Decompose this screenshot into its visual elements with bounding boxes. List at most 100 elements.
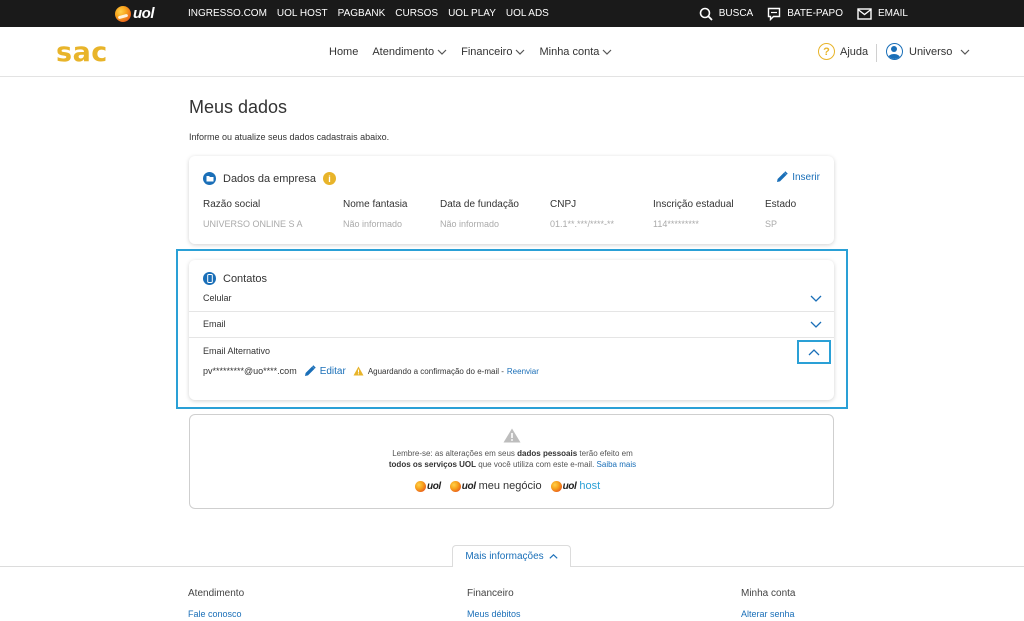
col-value: 114********* bbox=[653, 219, 699, 229]
uol-brand-logo: uol bbox=[415, 480, 441, 492]
col-value: UNIVERSO ONLINE S A bbox=[203, 219, 303, 229]
warning-icon bbox=[353, 366, 364, 376]
footer-link[interactable]: Fale conosco bbox=[188, 609, 244, 619]
edit-button[interactable]: Editar bbox=[304, 365, 346, 377]
nav-financeiro[interactable]: Financeiro bbox=[461, 46, 525, 58]
user-menu[interactable]: Universo bbox=[886, 43, 970, 60]
col-label: Estado bbox=[765, 199, 797, 210]
footer-heading: Minha conta bbox=[741, 588, 796, 599]
top-link-uol-play[interactable]: UOL PLAY bbox=[448, 8, 496, 19]
col-label: CNPJ bbox=[550, 199, 577, 210]
col-value: 01.1**.***/****-** bbox=[550, 219, 615, 229]
chevron-down-icon bbox=[516, 49, 525, 55]
warning-text: Aguardando a confirmação do e-mail - bbox=[367, 366, 504, 376]
search-icon bbox=[699, 7, 713, 21]
user-name: Universo bbox=[909, 45, 953, 58]
col-label: Inscrição estadual bbox=[653, 199, 734, 210]
chevron-down-icon[interactable] bbox=[810, 293, 822, 305]
help-button[interactable]: ? Ajuda bbox=[818, 43, 868, 60]
more-info-button[interactable]: Mais informações bbox=[452, 545, 571, 567]
brand-logos: uol uol meu negócio uol host bbox=[415, 480, 609, 492]
contact-row-email[interactable]: Email bbox=[189, 312, 834, 338]
collapse-alt-email-button[interactable] bbox=[797, 340, 831, 364]
notice-line-1: Lembre-se: as alterações em seus dados p… bbox=[190, 449, 835, 458]
top-right-actions: BUSCA BATE-PAPO EMAIL bbox=[685, 0, 908, 27]
main-nav: Home Atendimento Financeiro Minha conta bbox=[329, 27, 626, 77]
col-estado: Estado SP bbox=[765, 199, 796, 229]
brand-suffix: host bbox=[579, 480, 601, 492]
email-label: EMAIL bbox=[877, 8, 908, 19]
alt-email-label: Email Alternativo bbox=[203, 346, 271, 356]
company-card-title: Dados da empresa bbox=[223, 172, 316, 185]
uol-ball-icon bbox=[449, 480, 461, 492]
company-card-header: Dados da empresa i bbox=[203, 172, 336, 185]
uol-ball-icon bbox=[415, 480, 426, 492]
top-link-pagbank[interactable]: PAGBANK bbox=[338, 8, 386, 19]
uol-ball-icon bbox=[550, 480, 562, 492]
notice-line-2: todos os serviços UOL que você utiliza c… bbox=[190, 460, 835, 469]
notice-bold: todos os serviços UOL bbox=[388, 460, 477, 469]
uol-ball-icon bbox=[115, 5, 131, 22]
col-label: Data de fundação bbox=[440, 199, 519, 210]
footer-link[interactable]: Meus débitos bbox=[467, 609, 521, 619]
page-title: Meus dados bbox=[189, 97, 288, 117]
col-data-fundacao: Data de fundação Não informado bbox=[440, 199, 519, 229]
notice-text: Lembre-se: as alterações em seus bbox=[392, 449, 515, 458]
contact-row-label: Celular bbox=[203, 293, 232, 303]
contacts-card-header: Contatos bbox=[203, 272, 267, 285]
insert-button[interactable]: Inserir bbox=[776, 171, 820, 183]
top-links: INGRESSO.COM UOL HOST PAGBANK CURSOS UOL… bbox=[188, 0, 559, 27]
alt-email-value: pv*********@uo****.com bbox=[203, 366, 297, 376]
nav-atendimento-label: Atendimento bbox=[372, 46, 435, 58]
edit-label: Editar bbox=[319, 365, 346, 377]
chat-button[interactable]: BATE-PAPO bbox=[767, 7, 843, 21]
footer-col-atendimento: Atendimento Fale conosco bbox=[188, 588, 244, 619]
col-value: SP bbox=[765, 219, 778, 229]
top-link-uol-host[interactable]: UOL HOST bbox=[277, 8, 328, 19]
chat-label: BATE-PAPO bbox=[787, 8, 843, 19]
footer-link[interactable]: Alterar senha bbox=[741, 609, 795, 619]
nav-minha-conta[interactable]: Minha conta bbox=[539, 46, 612, 58]
alt-email-line: pv*********@uo****.com Editar Aguardando… bbox=[203, 365, 539, 377]
notice-text: terão efeito em bbox=[579, 449, 633, 458]
top-link-ingresso[interactable]: INGRESSO.COM bbox=[188, 8, 267, 19]
pencil-icon bbox=[304, 365, 316, 376]
contact-row-celular[interactable]: Celular bbox=[189, 286, 834, 312]
chevron-down-icon bbox=[960, 49, 970, 55]
col-value: Não informado bbox=[440, 219, 500, 229]
brand-suffix: meu negócio bbox=[478, 480, 542, 492]
top-link-uol-ads[interactable]: UOL ADS bbox=[506, 8, 549, 19]
col-label: Razão social bbox=[203, 199, 261, 210]
email-button[interactable]: EMAIL bbox=[857, 7, 908, 20]
nav-atendimento[interactable]: Atendimento bbox=[372, 46, 447, 58]
chevron-down-icon[interactable] bbox=[810, 319, 822, 331]
search-button[interactable]: BUSCA bbox=[699, 7, 753, 21]
chevron-down-icon bbox=[602, 49, 612, 55]
warning-icon bbox=[503, 428, 521, 443]
contacts-card-title: Contatos bbox=[223, 272, 268, 285]
brand-word: uol bbox=[461, 480, 476, 492]
resend-link[interactable]: Reenviar bbox=[507, 367, 539, 376]
contact-row-label: Email bbox=[203, 319, 226, 329]
col-value: Não informado bbox=[343, 219, 403, 229]
uol-logo[interactable]: uol bbox=[115, 5, 155, 22]
sac-logo[interactable]: sac bbox=[56, 37, 108, 68]
uol-logo-text: uol bbox=[133, 5, 155, 22]
footer-col-financeiro: Financeiro Meus débitos bbox=[467, 588, 521, 619]
nav-minha-conta-label: Minha conta bbox=[539, 46, 600, 58]
nav-home[interactable]: Home bbox=[329, 46, 358, 58]
footer-heading: Financeiro bbox=[467, 588, 514, 599]
footer-col-minha-conta: Minha conta Alterar senha bbox=[741, 588, 795, 619]
col-cnpj: CNPJ 01.1**.***/****-** bbox=[550, 199, 614, 229]
company-card: Dados da empresa i Inserir Razão social … bbox=[189, 156, 834, 244]
info-icon[interactable]: i bbox=[322, 172, 336, 185]
top-link-cursos[interactable]: CURSOS bbox=[395, 8, 438, 19]
footer-heading: Atendimento bbox=[188, 588, 245, 599]
uol-host-logo: uol host bbox=[550, 480, 601, 492]
chat-icon bbox=[768, 7, 781, 21]
chevron-up-icon bbox=[808, 348, 820, 355]
notice-bold: dados pessoais bbox=[517, 449, 578, 458]
learn-more-link[interactable]: Saiba mais bbox=[597, 460, 637, 469]
notice-box: Lembre-se: as alterações em seus dados p… bbox=[189, 414, 834, 509]
nav-home-label: Home bbox=[329, 46, 359, 58]
